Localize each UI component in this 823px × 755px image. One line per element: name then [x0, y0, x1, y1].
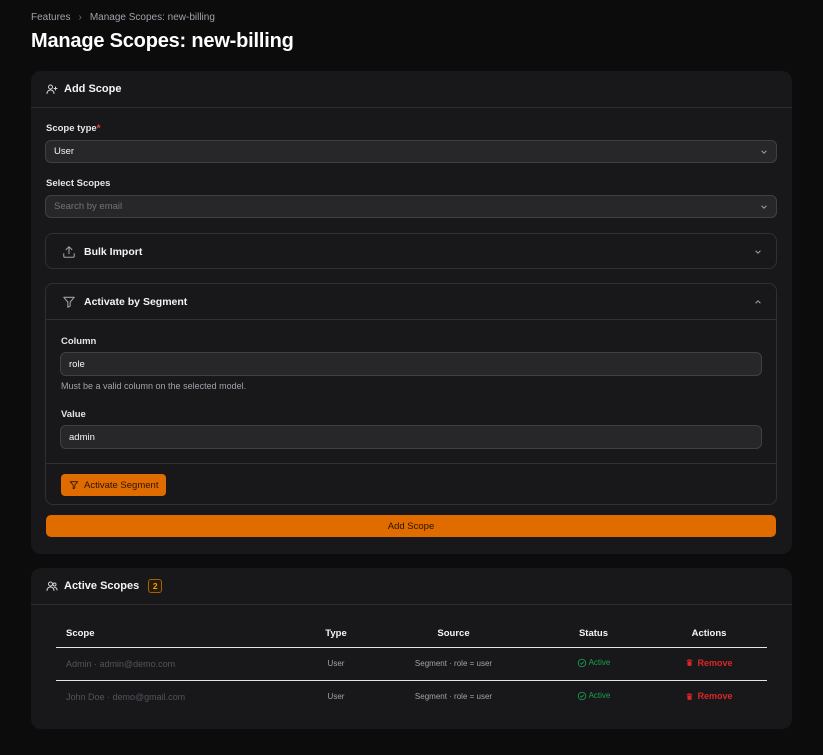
column-value: role — [69, 358, 85, 370]
value-label: Value — [61, 409, 86, 420]
active-scopes-title: Active Scopes — [64, 580, 140, 592]
trash-icon — [686, 692, 693, 700]
status-badge: Active — [577, 691, 611, 701]
scope-type-label: Scope type* — [46, 123, 100, 134]
segment-body: Column role Must be a valid column on th… — [46, 319, 776, 505]
column-header-source: Source — [371, 620, 536, 648]
activate-segment-button[interactable]: Activate Segment — [61, 474, 167, 496]
status-badge: Active — [577, 658, 611, 668]
add-scope-header: Add Scope — [31, 71, 792, 108]
active-scopes-header: Active Scopes 2 — [31, 568, 792, 605]
activate-segment-label: Activate Segment — [84, 479, 159, 491]
type-cell: User — [327, 692, 345, 702]
column-header-scope: Scope — [56, 620, 301, 648]
value-value: admin — [69, 431, 95, 443]
column-header-type: Type — [301, 620, 371, 648]
chevron-up-icon — [754, 297, 762, 309]
status-text: Active — [588, 691, 611, 701]
active-scopes-count-badge: 2 — [148, 579, 163, 593]
scope-type-label-text: Scope type — [46, 123, 97, 134]
scope-cell: John Doe · demo@gmail.com — [66, 691, 186, 702]
add-scope-title: Add Scope — [64, 83, 122, 95]
column-header-actions: Actions — [651, 620, 767, 648]
column-hint: Must be a valid column on the selected m… — [61, 381, 247, 391]
remove-label: Remove — [697, 691, 733, 701]
source-cell: Segment · role = user — [371, 647, 536, 681]
chevron-right-icon: › — [78, 12, 82, 23]
segment-footer: Activate Segment — [46, 463, 776, 506]
scope-type-value: User — [54, 146, 75, 157]
status-cell: Active — [536, 647, 651, 681]
chevron-down-icon — [760, 203, 768, 214]
status-text: Active — [588, 658, 611, 667]
page-title: Manage Scopes: new-billing — [31, 30, 294, 52]
segment-toggle[interactable]: Activate by Segment — [46, 284, 776, 319]
table-row: John Doe · demo@gmail.com User Segment ·… — [56, 680, 767, 713]
status-cell: Active — [536, 680, 651, 713]
filter-icon — [62, 295, 76, 309]
trash-icon — [686, 659, 693, 667]
table-header-row: Scope Type Source Status Actions — [56, 620, 767, 648]
segment-title: Activate by Segment — [84, 295, 188, 308]
search-placeholder: Search by email — [54, 201, 123, 212]
column-label: Column — [61, 336, 97, 347]
bulk-import-accordion: Bulk Import — [45, 233, 777, 269]
add-scope-button[interactable]: Add Scope — [46, 515, 776, 537]
required-mark: * — [96, 123, 101, 134]
segment-accordion: Activate by Segment Column role Must be … — [45, 283, 777, 505]
bulk-import-title: Bulk Import — [84, 245, 143, 258]
add-scope-card: Add Scope Scope type* User Select Scopes… — [31, 71, 792, 554]
source-cell: Segment · role = user — [414, 692, 493, 702]
user-plus-icon — [46, 83, 58, 95]
select-scopes-label: Select Scopes — [46, 178, 111, 189]
active-scopes-table: Scope Type Source Status Actions Admin ·… — [56, 620, 767, 713]
scope-cell: Admin · admin@demo.com — [56, 647, 301, 681]
actions-cell: Remove — [651, 647, 767, 681]
value-input[interactable]: admin — [60, 425, 762, 449]
active-scopes-card: Active Scopes 2 Scope Type Source Status… — [31, 568, 792, 729]
bulk-import-toggle[interactable]: Bulk Import — [46, 234, 776, 269]
users-icon — [46, 580, 58, 592]
search-by-email-input[interactable]: Search by email — [45, 195, 777, 218]
breadcrumb: Features › Manage Scopes: new-billing — [31, 12, 215, 23]
breadcrumb-link-features[interactable]: Features — [31, 12, 70, 23]
filter-icon — [69, 480, 79, 490]
type-cell: User — [301, 647, 371, 681]
upload-icon — [62, 245, 76, 259]
remove-button[interactable]: Remove — [685, 657, 733, 668]
breadcrumb-current: Manage Scopes: new-billing — [89, 12, 215, 23]
remove-label: Remove — [697, 657, 733, 668]
scope-type-select[interactable]: User — [45, 140, 777, 163]
column-header-status: Status — [536, 620, 651, 648]
chevron-down-icon — [754, 247, 762, 259]
chevron-down-icon — [760, 148, 768, 159]
actions-cell: Remove — [651, 680, 767, 713]
table-row: Admin · admin@demo.com User Segment · ro… — [56, 647, 767, 681]
remove-button[interactable]: Remove — [685, 691, 733, 701]
check-circle-icon — [577, 658, 586, 667]
column-input[interactable]: role — [60, 352, 762, 376]
check-circle-icon — [577, 691, 586, 700]
